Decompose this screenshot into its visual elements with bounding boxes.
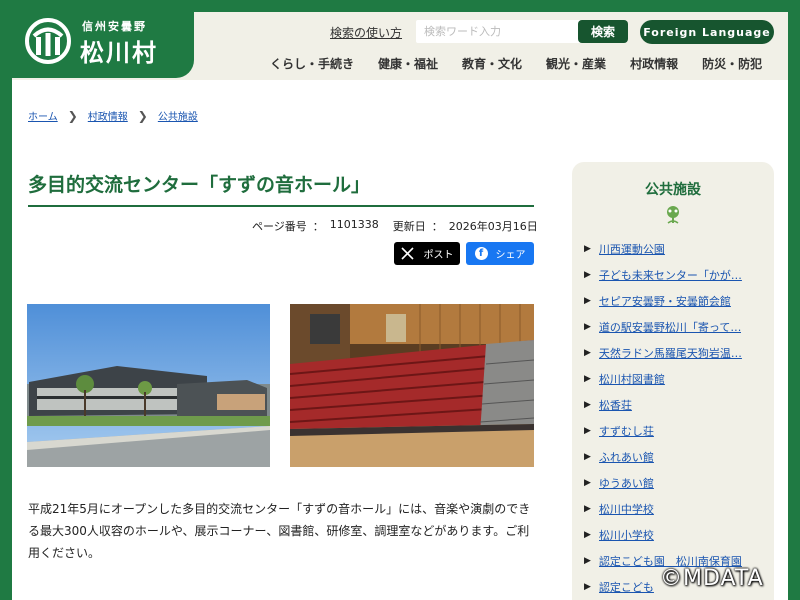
triangle-right-icon: ▶ — [584, 504, 591, 514]
page-number: 1101338 — [329, 218, 379, 231]
triangle-right-icon: ▶ — [584, 296, 591, 306]
sidebar-public-facilities: 公共施設 ▶ 川西運動公園 ▶ 子ども未来センター「かが… ▶ セピア安曇野・安曇節会… — [572, 162, 774, 600]
sidebar-item[interactable]: ▶ ふれあい館 — [584, 444, 762, 470]
triangle-right-icon: ▶ — [584, 582, 591, 592]
page-meta: ページ番号 ： 1101338 更新日 ： 2026年03月16日 — [252, 218, 538, 233]
updated-label: 更新日 — [392, 220, 426, 233]
triangle-right-icon: ▶ — [584, 400, 591, 410]
page-frame: 信州安曇野 松川村 検索の使い方 検索 Foreign Language くらし… — [12, 12, 788, 600]
logo-title: 松川村 — [80, 39, 158, 67]
sidebar-item[interactable]: ▶ 道の駅安曇野松川「寄って… — [584, 314, 762, 340]
sidebar-item[interactable]: ▶ 松川小学校 — [584, 522, 762, 548]
nav-item-disaster[interactable]: 防災・防犯 — [690, 55, 774, 72]
sidebar-item[interactable]: ▶ 松香荘 — [584, 392, 762, 418]
hall-auditorium-photo — [290, 304, 534, 467]
search-help-link[interactable]: 検索の使い方 — [330, 24, 402, 41]
sidebar-item[interactable]: ▶ ゆうあい館 — [584, 470, 762, 496]
nav-item-health[interactable]: 健康・福祉 — [366, 55, 450, 72]
search-button[interactable]: 検索 — [578, 20, 628, 43]
nav-item-tourism[interactable]: 観光・産業 — [534, 55, 618, 72]
search-input[interactable] — [416, 20, 580, 43]
nav-item-education[interactable]: 教育・文化 — [450, 55, 534, 72]
breadcrumb-village-admin[interactable]: 村政情報 — [88, 108, 128, 123]
logo-subtitle: 信州安曇野 — [82, 20, 147, 33]
sidebar-list: ▶ 川西運動公園 ▶ 子ども未来センター「かが… ▶ セピア安曇野・安曇節会館 ▶ 道の… — [584, 236, 762, 600]
page-description: 平成21年5月にオープンした多目的交流センター「すずの音ホール」には、音楽や演劇… — [28, 502, 531, 560]
triangle-right-icon: ▶ — [584, 530, 591, 540]
breadcrumb: ホーム ❯ 村政情報 ❯ 公共施設 — [28, 108, 198, 124]
breadcrumb-home[interactable]: ホーム — [28, 108, 58, 123]
nav-item-living[interactable]: くらし・手続き — [270, 55, 366, 72]
triangle-right-icon: ▶ — [584, 556, 591, 566]
sidebar-item[interactable]: ▶ 川西運動公園 — [584, 236, 762, 262]
share-x-button[interactable]: ポスト — [394, 242, 460, 265]
village-emblem-icon — [25, 18, 71, 64]
sidebar-title: 公共施設 — [645, 182, 701, 198]
chevron-right-icon: ❯ — [137, 108, 148, 123]
chevron-right-icon: ❯ — [67, 108, 78, 123]
triangle-right-icon: ▶ — [584, 452, 591, 462]
triangle-right-icon: ▶ — [584, 270, 591, 280]
facebook-icon: f — [474, 247, 488, 260]
page-title: 多目的交流センター「すずの音ホール」 — [28, 170, 534, 207]
sidebar-item[interactable]: ▶ 松川村図書館 — [584, 366, 762, 392]
sidebar-item[interactable]: ▶ 天然ラドン馬羅尾天狗岩温… — [584, 340, 762, 366]
x-logo-icon — [400, 247, 414, 260]
page-number-label: ページ番号 — [252, 220, 307, 233]
sidebar-item[interactable]: ▶ 松川中学校 — [584, 496, 762, 522]
foreign-language-button[interactable]: Foreign Language — [640, 20, 774, 44]
share-x-label: ポスト — [423, 250, 454, 261]
sidebar-item[interactable]: ▶ 子ども未来センター「かが… — [584, 262, 762, 288]
breadcrumb-public-facilities[interactable]: 公共施設 — [158, 108, 198, 123]
triangle-right-icon: ▶ — [584, 426, 591, 436]
triangle-right-icon: ▶ — [584, 348, 591, 358]
nav-item-village-admin[interactable]: 村政情報 — [618, 55, 690, 72]
triangle-right-icon: ▶ — [584, 478, 591, 488]
share-facebook-button[interactable]: f シェア — [466, 242, 534, 265]
sidebar-item[interactable]: ▶ セピア安曇野・安曇節会館 — [584, 288, 762, 314]
sidebar-item[interactable]: ▶ すずむし荘 — [584, 418, 762, 444]
watermark: ©MDATA — [660, 566, 764, 591]
site-logo[interactable]: 信州安曇野 松川村 — [12, 12, 194, 78]
triangle-right-icon: ▶ — [584, 374, 591, 384]
bell-flower-icon — [667, 206, 679, 224]
header: 信州安曇野 松川村 検索の使い方 検索 Foreign Language くらし… — [12, 12, 788, 80]
updated-date: 2026年03月16日 — [448, 220, 538, 233]
triangle-right-icon: ▶ — [584, 322, 591, 332]
global-nav: くらし・手続き 健康・福祉 教育・文化 観光・産業 村政情報 防災・防犯 — [270, 55, 774, 72]
hall-exterior-photo — [27, 304, 270, 467]
triangle-right-icon: ▶ — [584, 244, 591, 254]
share-fb-label: シェア — [495, 250, 526, 261]
